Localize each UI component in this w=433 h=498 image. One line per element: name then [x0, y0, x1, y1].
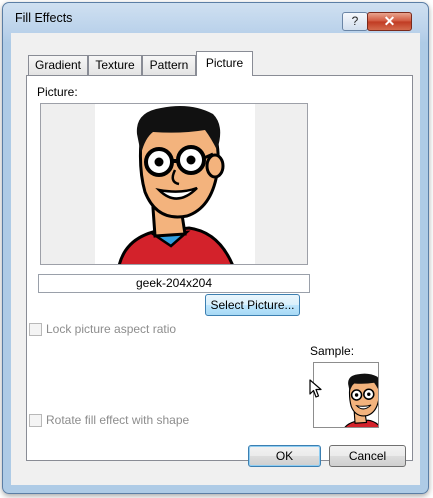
- geek-cartoon-image: [95, 104, 255, 264]
- fill-effects-dialog: Fill Effects ? ✕ Gradient Texture Patter…: [2, 2, 429, 494]
- tab-pattern[interactable]: Pattern: [142, 55, 196, 75]
- tab-gradient[interactable]: Gradient: [28, 55, 88, 75]
- cancel-button[interactable]: Cancel: [329, 445, 406, 467]
- rotate-checkbox[interactable]: [29, 414, 42, 427]
- ok-button[interactable]: OK: [248, 445, 321, 467]
- rotate-label: Rotate fill effect with shape: [46, 413, 190, 427]
- picture-tab-panel: Picture: geek-204x204 Select Picture... …: [26, 75, 413, 461]
- close-button[interactable]: ✕: [367, 12, 412, 31]
- window-title: Fill Effects: [15, 11, 73, 25]
- select-picture-button[interactable]: Select Picture...: [205, 294, 300, 316]
- sample-label: Sample:: [310, 344, 355, 358]
- lock-aspect-checkbox[interactable]: [29, 323, 42, 336]
- title-bar[interactable]: Fill Effects ? ✕: [3, 3, 428, 33]
- tab-picture[interactable]: Picture: [196, 51, 253, 76]
- picture-preview: [40, 103, 308, 265]
- help-button[interactable]: ?: [342, 12, 368, 31]
- lock-aspect-label: Lock picture aspect ratio: [46, 322, 177, 336]
- close-icon: ✕: [383, 13, 396, 29]
- picture-file-name: geek-204x204: [38, 274, 310, 293]
- dialog-client-area: Gradient Texture Pattern Picture Picture…: [11, 33, 420, 485]
- sample-image: [314, 363, 378, 427]
- tab-texture[interactable]: Texture: [88, 55, 142, 75]
- mouse-pointer-icon: [309, 379, 322, 398]
- help-icon: ?: [351, 14, 359, 28]
